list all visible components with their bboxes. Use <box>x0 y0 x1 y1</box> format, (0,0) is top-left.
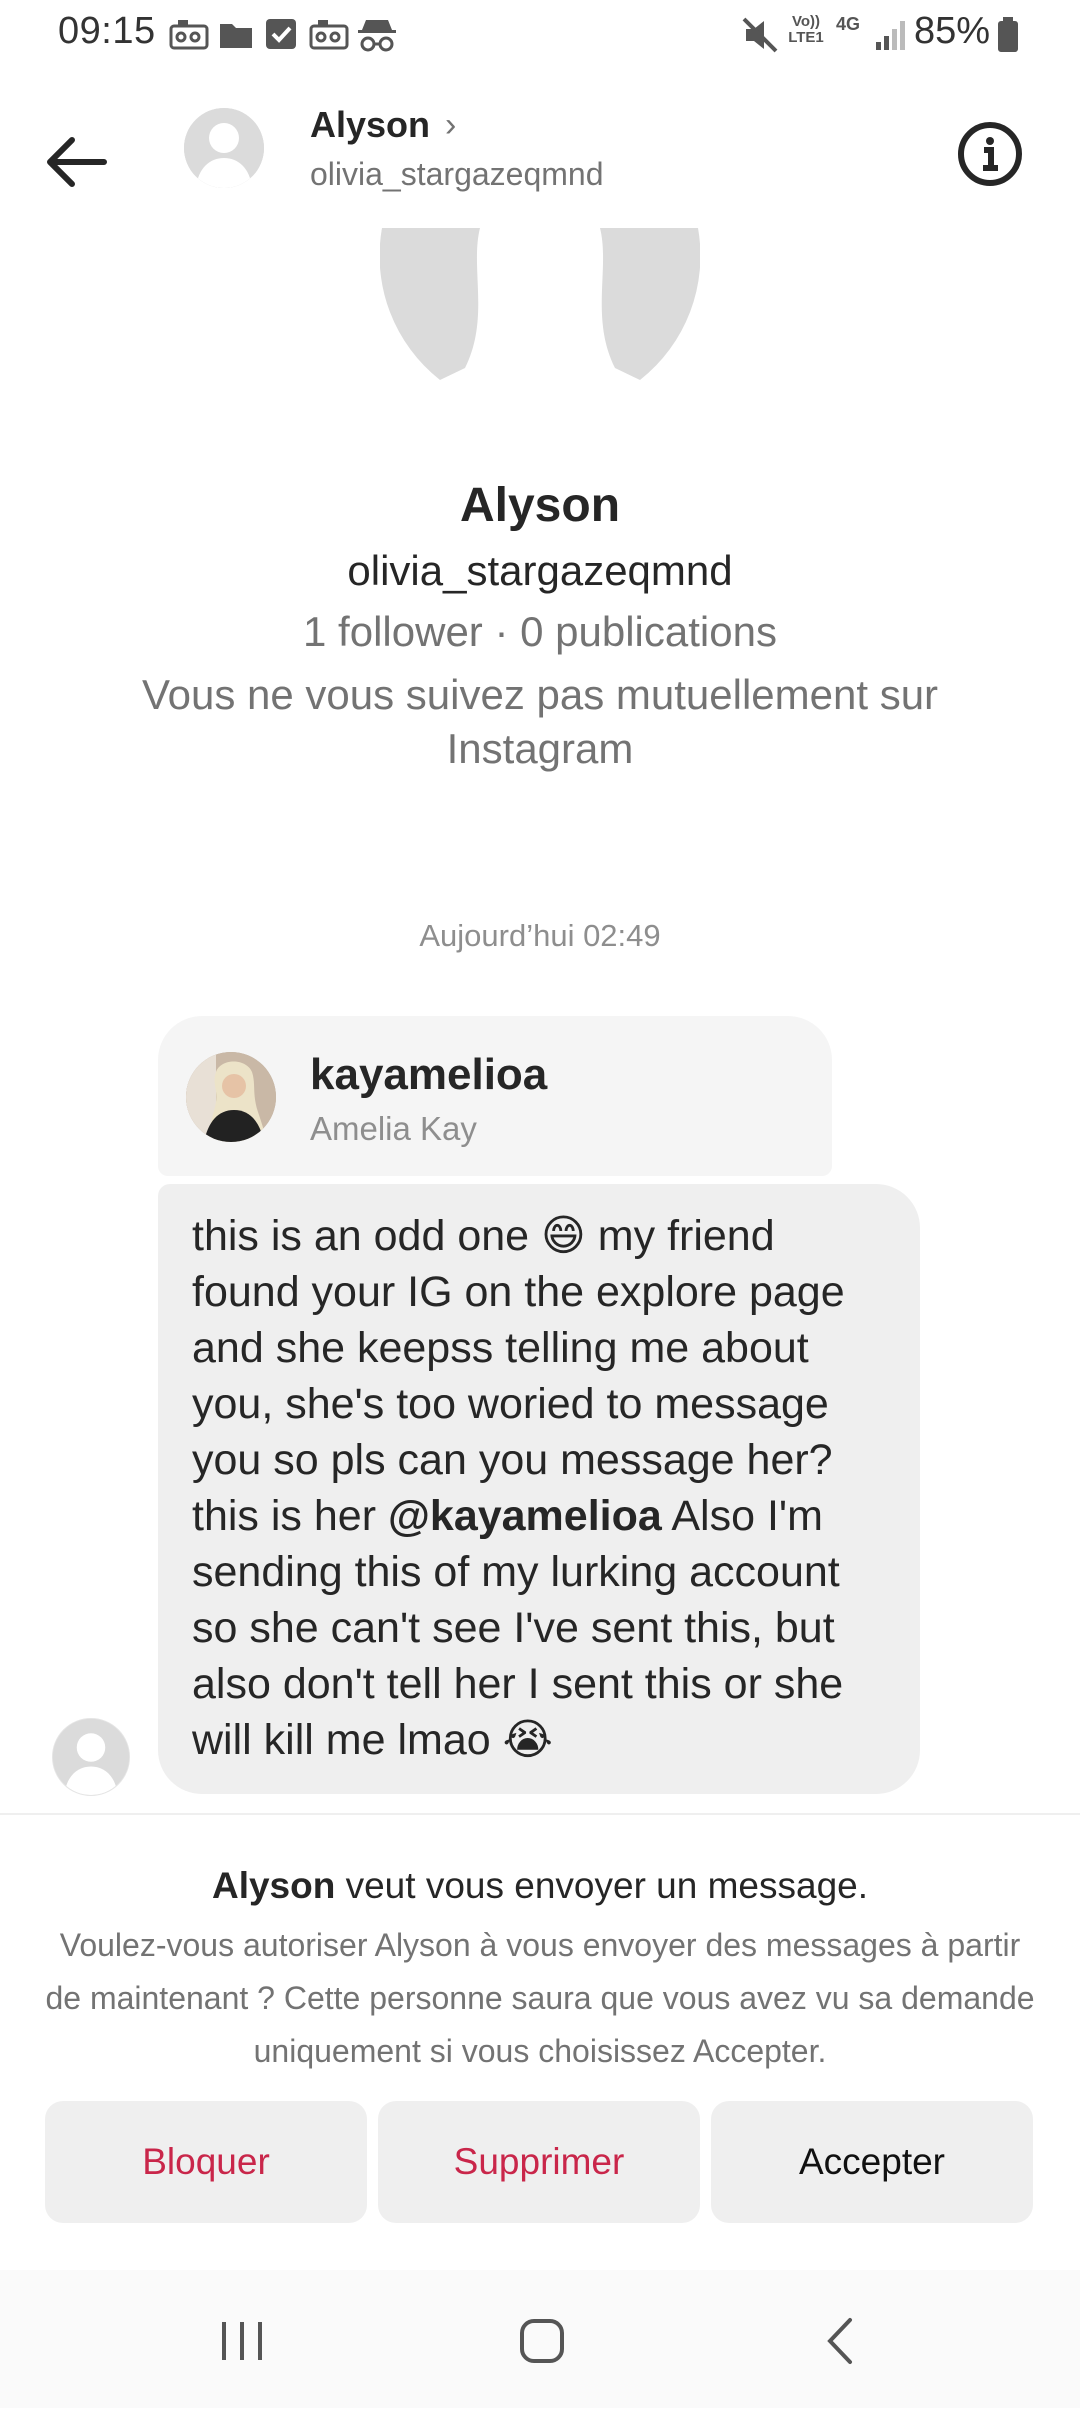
request-title: Alyson veut vous envoyer un message. <box>0 1865 1080 1907</box>
profile-photo-icon <box>186 1052 276 1142</box>
delete-button[interactable]: Supprimer <box>378 2101 700 2223</box>
mutual-follow-notice: Vous ne vous suivez pas mutuellement sur… <box>141 671 939 772</box>
back-arrow-icon[interactable] <box>40 122 120 202</box>
crying-emoji: 😭 <box>502 1716 553 1764</box>
default-avatar-icon <box>380 228 700 380</box>
status-bar: 09:15 Vo)) LTE1 4G 85% <box>0 0 1080 70</box>
mention-link[interactable]: @kayamelioa <box>388 1492 662 1540</box>
shared-profile-card[interactable]: kayamelioa Amelia Kay <box>158 1016 832 1176</box>
video-icon <box>169 20 209 50</box>
message-text-part: this is an odd one <box>192 1212 542 1260</box>
chat-header: Alyson › olivia_stargazeqmnd <box>0 70 1080 230</box>
shared-profile-avatar <box>186 1052 276 1142</box>
header-username[interactable]: olivia_stargazeqmnd <box>310 156 604 193</box>
message-text-part: my friend found your IG on the explore p… <box>192 1212 845 1540</box>
signal-icon <box>876 21 905 50</box>
network-label: 4G <box>836 14 861 34</box>
recent-apps-icon[interactable] <box>182 2290 302 2390</box>
shared-profile-username: kayamelioa <box>310 1050 548 1099</box>
home-icon[interactable] <box>482 2290 602 2390</box>
sender-avatar[interactable] <box>52 1718 130 1796</box>
request-sender-name: Alyson <box>211 1865 336 1906</box>
incognito-icon <box>358 20 396 52</box>
header-name[interactable]: Alyson <box>310 104 430 146</box>
folder-icon <box>220 24 252 48</box>
profile-username: olivia_stargazeqmnd <box>347 547 733 594</box>
video-icon <box>309 20 349 50</box>
block-button[interactable]: Bloquer <box>45 2101 367 2223</box>
message-timestamp: Aujourd’hui 02:49 <box>419 918 661 953</box>
checkbox-icon <box>266 19 296 49</box>
volte-label: Vo)) LTE1 <box>788 13 824 46</box>
message-text: this is an odd one 😄 my friend found you… <box>192 1208 892 1768</box>
profile-stats: 1 follower · 0 publications <box>303 608 777 655</box>
back-icon[interactable] <box>782 2290 902 2390</box>
info-icon[interactable] <box>950 114 1030 194</box>
default-avatar-icon <box>53 1719 129 1795</box>
request-title-text: veut vous envoyer un message. <box>335 1865 869 1906</box>
grinning-emoji: 😄 <box>541 1212 586 1260</box>
header-avatar[interactable] <box>184 108 264 188</box>
message-bubble[interactable]: this is an odd one 😄 my friend found you… <box>158 1184 920 1794</box>
default-avatar-icon <box>184 108 264 188</box>
profile-picture[interactable] <box>380 228 700 388</box>
accept-button[interactable]: Accepter <box>711 2101 1033 2223</box>
system-nav-bar <box>0 2270 1080 2408</box>
mute-icon <box>742 17 778 53</box>
shared-profile-fullname: Amelia Kay <box>310 1110 477 1147</box>
status-time: 09:15 <box>58 10 156 52</box>
battery-icon <box>998 17 1018 52</box>
profile-name: Alyson <box>459 479 621 532</box>
battery-percentage: 85% <box>913 10 990 52</box>
chevron-right-icon[interactable]: › <box>445 106 456 145</box>
request-description: Voulez-vous autoriser Alyson à vous envo… <box>45 1927 1035 2069</box>
